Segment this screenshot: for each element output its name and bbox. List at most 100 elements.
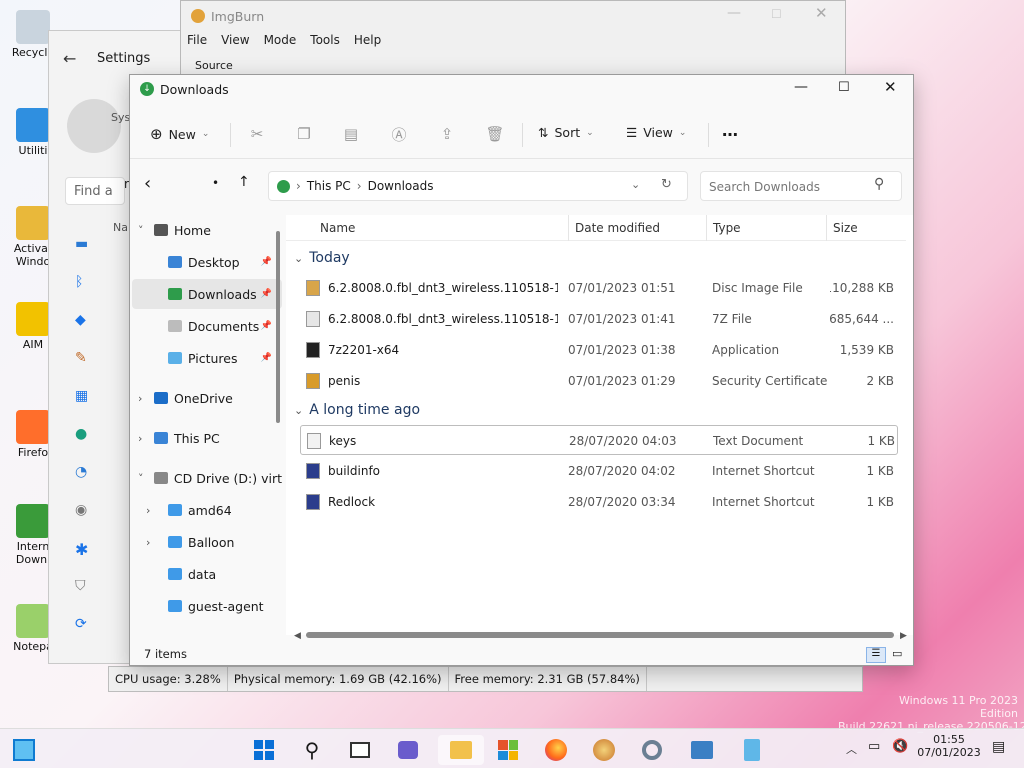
column-name[interactable]: Name — [320, 215, 355, 241]
nav-item-balloon[interactable]: › Balloon — [132, 527, 282, 557]
notifications-icon[interactable]: ▤ — [992, 739, 1005, 755]
imgburn-close-button[interactable]: ✕ — [815, 4, 828, 22]
sort-button[interactable]: ⇅ Sort ⌄ — [538, 125, 594, 140]
update-icon[interactable]: ⟳ — [75, 616, 95, 654]
imgburn-maximize-button[interactable]: ☐ — [771, 7, 782, 21]
column-size[interactable]: Size — [826, 215, 906, 241]
imgburn-taskbar-icon[interactable] — [586, 735, 622, 765]
cut-icon[interactable]: ✂ — [248, 125, 266, 143]
search-input[interactable]: Search Downloads — [700, 171, 902, 201]
task-view-icon[interactable] — [342, 735, 378, 765]
expand-chevron-icon[interactable]: › — [132, 536, 168, 549]
network-icon[interactable]: ▭ — [868, 739, 880, 754]
copy-icon[interactable]: ❐ — [295, 125, 313, 143]
notepad-icon[interactable] — [734, 735, 770, 765]
column-date-modified[interactable]: Date modified — [568, 215, 660, 241]
settings-search-input[interactable]: Find a — [65, 177, 125, 205]
minimize-button[interactable]: — — [794, 79, 808, 95]
nav-item-onedrive[interactable]: › OneDrive — [132, 383, 282, 413]
paste-icon[interactable]: ▤ — [342, 125, 360, 143]
expand-chevron-icon[interactable]: ˅ — [132, 224, 154, 237]
new-button[interactable]: ⊕ New ⌄ — [150, 125, 209, 143]
nav-item-data[interactable]: data — [132, 559, 282, 589]
file-row[interactable]: Redlock 28/07/2020 03:34 Internet Shortcut… — [300, 487, 898, 517]
nav-item-pictures[interactable]: Pictures 📌 — [132, 343, 282, 373]
show-hidden-icons-chevron-icon[interactable]: ︿ — [846, 741, 857, 757]
search-icon[interactable]: ⚲ — [294, 735, 330, 765]
file-size: 2,685,644 ... — [830, 312, 894, 326]
breadcrumb-this-pc[interactable]: This PC — [307, 179, 351, 193]
store-icon[interactable] — [490, 735, 526, 765]
history-dropdown-icon[interactable]: ⌄ — [631, 178, 640, 191]
chat-icon[interactable] — [390, 735, 426, 765]
firefox-icon[interactable] — [538, 735, 574, 765]
imgburn-minimize-button[interactable]: — — [727, 5, 741, 21]
gaming-icon[interactable]: ◉ — [75, 502, 95, 540]
nav-item-this-pc[interactable]: › This PC — [132, 423, 282, 453]
expand-chevron-icon[interactable]: › — [132, 432, 154, 445]
volume-muted-icon[interactable]: 🔇 — [892, 739, 908, 754]
file-row[interactable]: buildinfo 28/07/2020 04:02 Internet Shortc… — [300, 456, 898, 486]
file-explorer-taskbar-button[interactable] — [438, 735, 484, 765]
imgburn-menu-file[interactable]: File — [187, 33, 207, 47]
privacy-icon[interactable]: ⛉ — [75, 578, 95, 616]
widgets-icon[interactable] — [6, 735, 42, 765]
expand-chevron-icon[interactable]: ˅ — [132, 472, 154, 485]
imgburn-menu-mode[interactable]: Mode — [264, 33, 297, 47]
column-type[interactable]: Type — [706, 215, 741, 241]
up-button[interactable]: ↑ — [238, 174, 250, 190]
delete-icon[interactable]: 🗑 — [485, 125, 504, 143]
file-row[interactable]: 6.2.8008.0.fbl_dnt3_wireless.110518-1900… — [300, 273, 898, 303]
imgburn-menu-view[interactable]: View — [221, 33, 249, 47]
details-view-icon[interactable]: ☰ — [866, 647, 886, 663]
expand-chevron-icon[interactable]: › — [132, 392, 154, 405]
apps-icon[interactable]: ▦ — [75, 388, 95, 426]
nav-scrollbar[interactable] — [276, 231, 280, 423]
start-button[interactable] — [246, 735, 282, 765]
nav-item-desktop[interactable]: Desktop 📌 — [132, 247, 282, 277]
expand-chevron-icon[interactable]: › — [132, 504, 168, 517]
file-row[interactable]: 7z2201-x64 07/01/2023 01:38 Application 1,5… — [300, 335, 898, 365]
maximize-button[interactable]: ☐ — [838, 80, 850, 95]
scroll-right-icon[interactable]: ▶ — [900, 631, 907, 641]
nav-item-guest-agent[interactable]: guest-agent — [132, 591, 282, 621]
back-arrow-icon[interactable]: ← — [63, 49, 76, 68]
scroll-left-icon[interactable]: ◀ — [294, 631, 301, 641]
nav-item-amd64[interactable]: › amd64 — [132, 495, 282, 525]
file-row[interactable]: penis 07/01/2023 01:29 Security Certificat… — [300, 366, 898, 396]
close-button[interactable]: ✕ — [884, 78, 897, 96]
accounts-icon[interactable]: ● — [75, 426, 95, 464]
collapse-chevron-icon[interactable]: ⌄ — [294, 252, 303, 265]
nav-item-home[interactable]: ˅ Home — [132, 215, 282, 245]
wifi-icon[interactable]: ◆ — [75, 312, 95, 350]
rename-icon[interactable]: Ⓐ — [390, 125, 408, 144]
accessibility-icon[interactable]: ✱ — [75, 540, 95, 578]
forward-button[interactable]: • — [212, 176, 219, 190]
tiles-view-icon[interactable]: ▭ — [892, 647, 902, 660]
imgburn-menu-help[interactable]: Help — [354, 33, 381, 47]
bluetooth-icon[interactable]: ᛒ — [75, 274, 95, 312]
imgburn-menu-tools[interactable]: Tools — [310, 33, 340, 47]
view-button[interactable]: ☰ View ⌄ — [626, 125, 686, 140]
group-header[interactable]: ⌄ A long time ago — [294, 397, 420, 423]
file-row[interactable]: 6.2.8008.0.fbl_dnt3_wireless.110518-1900… — [300, 304, 898, 334]
nav-item-documents[interactable]: Documents 📌 — [132, 311, 282, 341]
task-manager-icon[interactable] — [684, 735, 720, 765]
group-header[interactable]: ⌄ Today — [294, 245, 350, 271]
clock[interactable]: 01:55 07/01/2023 — [917, 733, 980, 759]
more-options-button[interactable]: … — [722, 121, 738, 140]
file-row[interactable]: keys 28/07/2020 04:03 Text Document 1 KB — [300, 425, 898, 455]
time-language-icon[interactable]: ◔ — [75, 464, 95, 502]
system-icon[interactable]: ▬ — [75, 236, 95, 274]
breadcrumb-downloads[interactable]: Downloads — [368, 179, 434, 193]
settings-taskbar-icon[interactable] — [634, 735, 670, 765]
share-icon[interactable]: ⇪ — [438, 125, 456, 143]
address-bar[interactable]: › This PC › Downloads ⌄ ↻ — [268, 171, 688, 201]
nav-item-downloads[interactable]: Downloads 📌 — [132, 279, 282, 309]
refresh-icon[interactable]: ↻ — [661, 177, 672, 192]
horizontal-scrollbar[interactable] — [306, 632, 894, 638]
back-button[interactable]: ‹ — [144, 173, 151, 194]
nav-item-cd-drive-d-virt[interactable]: ˅ CD Drive (D:) virt — [132, 463, 282, 493]
personalization-icon[interactable]: ✎ — [75, 350, 95, 388]
collapse-chevron-icon[interactable]: ⌄ — [294, 404, 303, 417]
